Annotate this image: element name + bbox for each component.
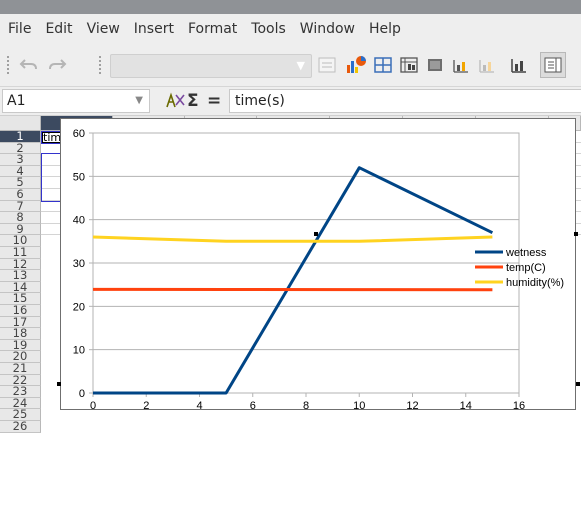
y-tick-label: 40 xyxy=(73,215,85,227)
name-box[interactable]: A1 ▼ xyxy=(2,89,150,113)
function-wizard-icon[interactable] xyxy=(164,90,186,116)
legend-label: humidity(%) xyxy=(506,277,564,289)
toolbar: ▼ xyxy=(0,44,581,87)
menu-help[interactable]: Help xyxy=(362,21,408,37)
chart-resize-handle[interactable] xyxy=(314,232,318,236)
x-tick-label: 2 xyxy=(143,400,149,411)
y-tick-label: 10 xyxy=(73,345,85,357)
x-tick-label: 0 xyxy=(90,400,96,411)
calc-icon[interactable] xyxy=(508,54,530,76)
toolbar-grip-icon[interactable] xyxy=(98,55,102,75)
chart-resize-handle[interactable] xyxy=(57,382,61,386)
y-tick-label: 30 xyxy=(73,258,85,270)
window-title-bar xyxy=(0,0,581,14)
menu-view[interactable]: View xyxy=(80,21,127,37)
menu-edit[interactable]: Edit xyxy=(38,21,79,37)
y-tick-label: 50 xyxy=(73,171,85,183)
chevron-down-icon: ▼ xyxy=(296,59,305,72)
legend-label: wetness xyxy=(505,247,547,259)
sum-icon[interactable]: Σ xyxy=(187,90,199,112)
formula-equals-icon[interactable]: = xyxy=(207,90,221,112)
undo-icon[interactable] xyxy=(18,54,40,76)
menu-bar: File Edit View Insert Format Tools Windo… xyxy=(0,14,581,44)
chart-resize-handle[interactable] xyxy=(576,382,580,386)
paragraph-style-icon[interactable] xyxy=(316,54,338,76)
insert-image-icon[interactable] xyxy=(424,54,446,76)
redo-icon[interactable] xyxy=(46,54,68,76)
y-tick-label: 60 xyxy=(73,128,85,140)
legend-label: temp(C) xyxy=(506,262,546,274)
toolbar-grip-icon[interactable] xyxy=(6,55,10,75)
x-tick-label: 4 xyxy=(196,400,202,411)
x-tick-label: 8 xyxy=(303,400,309,411)
formula-bar: A1 ▼ Σ = time(s) xyxy=(0,87,581,116)
sidebar-icon[interactable] xyxy=(540,52,566,78)
menu-insert[interactable]: Insert xyxy=(127,21,181,37)
x-tick-label: 10 xyxy=(353,400,365,411)
cell-reference: A1 xyxy=(7,93,26,109)
data-source-icon[interactable] xyxy=(450,54,472,76)
formula-input[interactable]: time(s) xyxy=(229,89,581,113)
navigator-icon[interactable] xyxy=(476,54,498,76)
chevron-down-icon[interactable]: ▼ xyxy=(131,90,143,112)
row-header-26[interactable]: 26 xyxy=(0,420,41,433)
y-tick-label: 20 xyxy=(73,301,85,313)
x-tick-label: 12 xyxy=(406,400,418,411)
menu-format[interactable]: Format xyxy=(181,21,244,37)
insert-table-icon[interactable] xyxy=(372,54,394,76)
menu-file[interactable]: File xyxy=(0,21,38,37)
x-tick-label: 14 xyxy=(460,400,472,411)
line-chart[interactable]: 0 10 20 30 40 50 60 0 2 4 6 8 10 12 14 16 wetness temp(C)… xyxy=(60,118,576,412)
x-tick-label: 6 xyxy=(250,400,256,411)
paragraph-style-dropdown[interactable]: ▼ xyxy=(110,54,312,78)
insert-chart-icon[interactable] xyxy=(345,54,367,76)
chart-resize-handle[interactable] xyxy=(574,232,578,236)
x-tick-label: 16 xyxy=(513,400,525,411)
menu-tools[interactable]: Tools xyxy=(244,21,293,37)
y-tick-label: 0 xyxy=(79,388,85,400)
insert-pivot-table-icon[interactable] xyxy=(398,54,420,76)
menu-window[interactable]: Window xyxy=(293,21,362,37)
